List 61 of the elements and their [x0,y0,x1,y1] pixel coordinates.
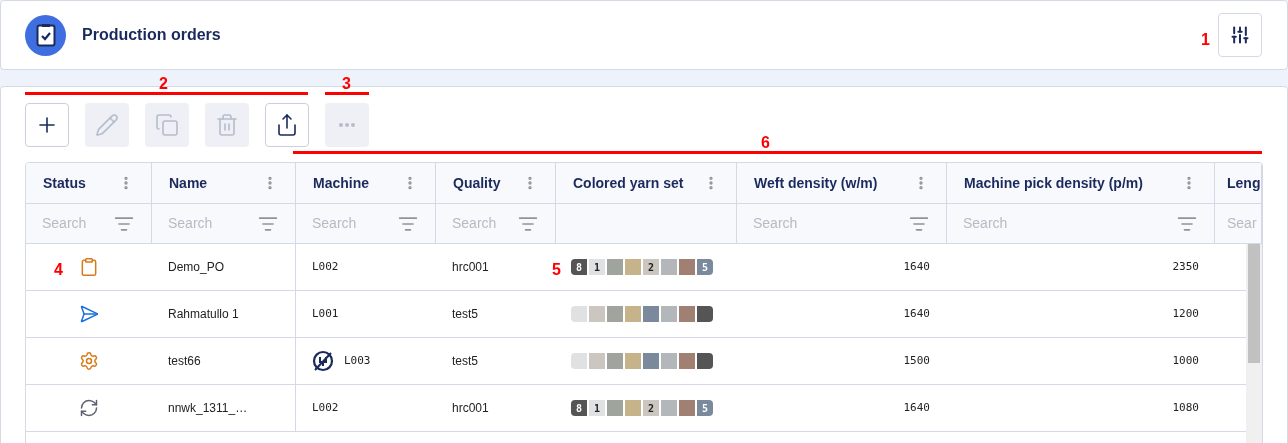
column-header[interactable]: Quality [453,172,501,194]
table-cell-text: hrc001 [452,400,489,417]
search-field[interactable]: Search [452,213,518,234]
table-cell-text: L001 [312,305,339,322]
yarn-swatch: 1 [589,259,605,275]
annotation-number: 4 [54,260,63,280]
sliders-icon [1230,25,1250,45]
annotation-number: 3 [342,74,351,94]
search-field[interactable]: Sear [1227,213,1261,234]
search-field[interactable]: Search [312,213,382,234]
table-cell-text: 1000 [1172,352,1199,369]
table-cell-text: test5 [452,306,478,323]
table-cell-text: 2350 [1172,258,1199,275]
column-header[interactable]: Weft density (w/m) [754,172,878,194]
scrollbar[interactable] [1246,244,1262,443]
search-field[interactable]: Search [963,213,1033,234]
annotation-number: 2 [159,74,168,94]
settings-button[interactable] [1218,13,1262,57]
search-field[interactable]: Search [168,213,238,234]
yarn-swatch: 5 [697,400,713,416]
yarn-swatch: 8 [571,259,587,275]
table-cell-text: 1640 [903,258,930,275]
table-cell-text: hrc001 [452,259,489,276]
copy-icon [155,113,179,137]
table-cell-text: test5 [452,353,478,370]
yarn-swatch: 1 [589,400,605,416]
yarn-swatch: 5 [697,259,713,275]
yarn-swatch: 2 [643,259,659,275]
column-header[interactable]: Machine pick density (p/m) [964,172,1143,194]
yarn-swatch: 8 [571,400,587,416]
table-cell-text: 1080 [1172,399,1199,416]
table-cell-text: 1640 [903,399,930,416]
column-header[interactable]: Status [43,172,86,194]
column-header[interactable]: Colored yarn set [573,172,684,194]
more-icon [339,123,355,127]
table-cell-text: 1640 [903,305,930,322]
column-header[interactable]: Machine [313,172,369,194]
annotation-number: 1 [1201,30,1210,50]
annotation-number: 6 [761,133,770,153]
trash-icon [215,113,239,137]
clipboard-check-icon [25,14,66,56]
pencil-icon [95,113,119,137]
search-field[interactable]: Search [753,213,823,234]
table-cell-text: 1500 [903,352,930,369]
table-cell-text: L002 [312,399,339,416]
toolbar-button[interactable] [265,103,309,147]
table-cell-text: L002 [312,258,339,275]
toolbar-button[interactable] [25,103,69,147]
share-icon [275,113,299,137]
table-cell-text: Rahmatullo 1 [168,306,239,323]
table-cell-text: Demo_PO [168,259,225,276]
column-header[interactable]: Name [169,172,208,194]
yarn-swatch: 2 [643,400,659,416]
annotation-number: 5 [552,260,561,280]
table-cell-text: test66 [168,353,201,370]
table-cell-text: L003 [344,352,371,369]
table-cell-text: nnwk_1311_… [168,400,248,417]
page-title: Production orders [82,25,221,45]
table-cell-text: 1200 [1172,305,1199,322]
search-field[interactable]: Search [42,213,112,234]
column-header[interactable]: Leng [1227,172,1261,194]
